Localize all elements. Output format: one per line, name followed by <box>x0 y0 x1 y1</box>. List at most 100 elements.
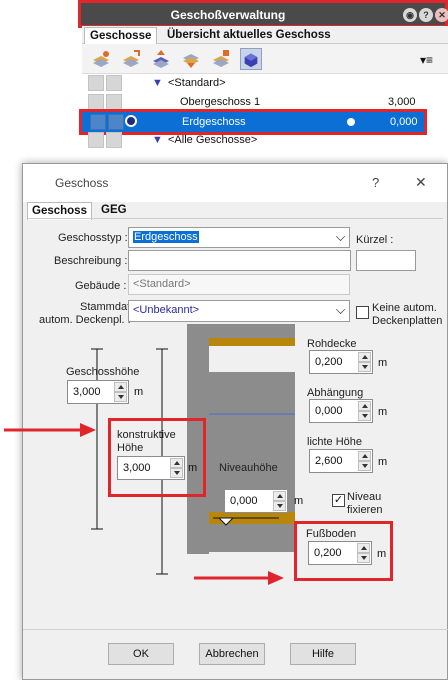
geschosstyp-combo[interactable]: Erdgeschoss <box>128 227 350 248</box>
stammdaten-combo[interactable]: <Unbekannt> <box>128 300 350 322</box>
konstruktive-hoehe-stepper[interactable]: 3,000 <box>117 456 185 480</box>
keine-autom-label: Keine autom. <box>372 302 437 314</box>
unit-label: m <box>188 462 198 474</box>
geschosshoehe-stepper[interactable]: 3,000 <box>67 380 129 404</box>
abhaengung-label: Abhängung <box>307 387 364 399</box>
bottom-divider <box>23 629 448 630</box>
spin-up-icon[interactable] <box>358 352 371 362</box>
rohdecke-stepper[interactable]: 0,200 <box>309 350 373 374</box>
status-dot-icon <box>347 118 355 126</box>
visibility-icon[interactable] <box>90 114 106 130</box>
close-button[interactable]: ✕ <box>415 174 427 191</box>
fussboden-label: Fußboden <box>306 528 357 540</box>
wall-upper-right <box>209 324 295 338</box>
abhaengung-stepper[interactable]: 0,000 <box>309 399 373 423</box>
fussboden-value: 0,200 <box>314 547 342 559</box>
floor-down-icon[interactable] <box>180 48 202 70</box>
konstruktive-label: konstruktive <box>117 429 176 441</box>
rohdecke-value: 0,200 <box>315 356 343 368</box>
unit-label: m <box>378 406 388 418</box>
niveauhoehe-stepper[interactable]: 0,000 <box>224 489 288 513</box>
konstruktive-label-2: Höhe <box>117 442 144 454</box>
gebaeude-field: <Standard> <box>128 274 350 295</box>
floor-up-icon[interactable] <box>150 48 172 70</box>
row-value: 0,000 <box>390 116 418 128</box>
new-floor-icon[interactable] <box>90 48 112 70</box>
tab-uebersicht[interactable]: Übersicht aktuelles Geschoss <box>162 27 336 44</box>
spin-up-icon[interactable] <box>357 543 370 553</box>
hilfe-button[interactable]: Hilfe <box>290 643 356 665</box>
konstruktive-value: 3,000 <box>123 462 151 474</box>
unit-label: m <box>294 495 304 507</box>
kuerzel-input[interactable] <box>356 250 416 271</box>
abhaengung-value: 0,000 <box>315 405 343 417</box>
row-label: <Standard> <box>168 77 226 89</box>
ok-button[interactable]: OK <box>108 643 174 665</box>
expand-arrow-icon[interactable]: ▼ <box>152 74 163 93</box>
spin-up-icon[interactable] <box>358 401 371 411</box>
unit-label: m <box>134 386 144 398</box>
expand-arrow-icon[interactable]: ▼ <box>152 131 163 150</box>
spin-down-icon[interactable] <box>358 362 371 372</box>
niveauhoehe-label: Niveauhöhe <box>219 462 278 474</box>
spin-down-icon[interactable] <box>114 392 127 402</box>
tab-geschosse[interactable]: Geschosse <box>84 27 158 44</box>
panel-toolbar: ▾≡ <box>82 44 448 74</box>
abbrechen-button[interactable]: Abbrechen <box>199 643 265 665</box>
dialog-title: Geschoss <box>55 176 109 190</box>
floor-3d-icon[interactable] <box>240 48 262 70</box>
row-label: Erdgeschoss <box>182 116 246 128</box>
keine-autom-checkbox[interactable] <box>356 306 369 319</box>
geschosshoehe-label: Geschosshöhe <box>66 366 140 378</box>
floor-list: ▼ <Standard> Obergeschoss 1 3,000 Erdges… <box>79 74 448 154</box>
dialog-titlebar: Geschoss ? ✕ <box>23 164 447 202</box>
spin-up-icon[interactable] <box>273 491 286 501</box>
panel-titlebar: Geschoßverwaltung ◉ ? ✕ <box>78 0 448 28</box>
niveau-fixieren-label-2: fixieren <box>347 504 383 516</box>
edit-icon[interactable] <box>108 114 124 130</box>
help-button[interactable]: ? <box>372 175 379 190</box>
spin-up-icon[interactable] <box>358 451 371 461</box>
floor-settings-icon[interactable] <box>210 48 232 70</box>
panel-title: Geschoßverwaltung <box>170 8 286 22</box>
panel-help-button[interactable]: ? <box>419 8 433 22</box>
edit-icon[interactable] <box>106 75 122 91</box>
edit-icon[interactable] <box>106 132 122 148</box>
tab-divider <box>27 218 443 219</box>
spin-down-icon[interactable] <box>170 468 183 478</box>
unit-label: m <box>377 548 387 560</box>
unit-label: m <box>378 456 388 468</box>
beschreibung-input[interactable] <box>128 250 351 271</box>
ceiling-slab <box>209 338 295 346</box>
beschreibung-label: Beschreibung : <box>54 255 128 267</box>
spin-up-icon[interactable] <box>170 458 183 468</box>
niveauhoehe-value: 0,000 <box>230 495 258 507</box>
visibility-icon[interactable] <box>88 94 104 110</box>
list-item[interactable]: ▼ <Alle Geschosse> <box>82 131 448 150</box>
edit-icon[interactable] <box>106 94 122 110</box>
chevron-down-icon <box>336 232 345 241</box>
panel-close-button[interactable]: ✕ <box>435 8 448 22</box>
menu-icon[interactable]: ▾≡ <box>420 53 433 67</box>
chevron-down-icon <box>336 305 345 314</box>
niveau-fixieren-checkbox[interactable]: ✓ <box>332 494 345 507</box>
spin-down-icon[interactable] <box>358 461 371 471</box>
arrow-fussboden-icon <box>194 571 284 585</box>
spin-down-icon[interactable] <box>358 411 371 421</box>
panel-pin-button[interactable]: ◉ <box>403 8 417 22</box>
list-item[interactable]: ▼ <Standard> <box>82 74 448 93</box>
tab-geg[interactable]: GEG <box>97 202 131 219</box>
fussboden-stepper[interactable]: 0,200 <box>308 541 372 565</box>
spin-up-icon[interactable] <box>114 382 127 392</box>
copy-floor-icon[interactable] <box>120 48 142 70</box>
stammdaten-value: <Unbekannt> <box>133 304 200 316</box>
gebaeude-label: Gebäude : <box>75 280 127 292</box>
niveau-fixieren-label: Niveau <box>347 491 382 503</box>
spin-down-icon[interactable] <box>357 553 370 563</box>
visibility-icon[interactable] <box>88 75 104 91</box>
lichte-hoehe-stepper[interactable]: 2,600 <box>309 449 373 473</box>
unit-label: m <box>378 357 388 369</box>
visibility-icon[interactable] <box>88 132 104 148</box>
geschosstyp-value: Erdgeschoss <box>133 231 199 243</box>
spin-down-icon[interactable] <box>273 501 286 511</box>
